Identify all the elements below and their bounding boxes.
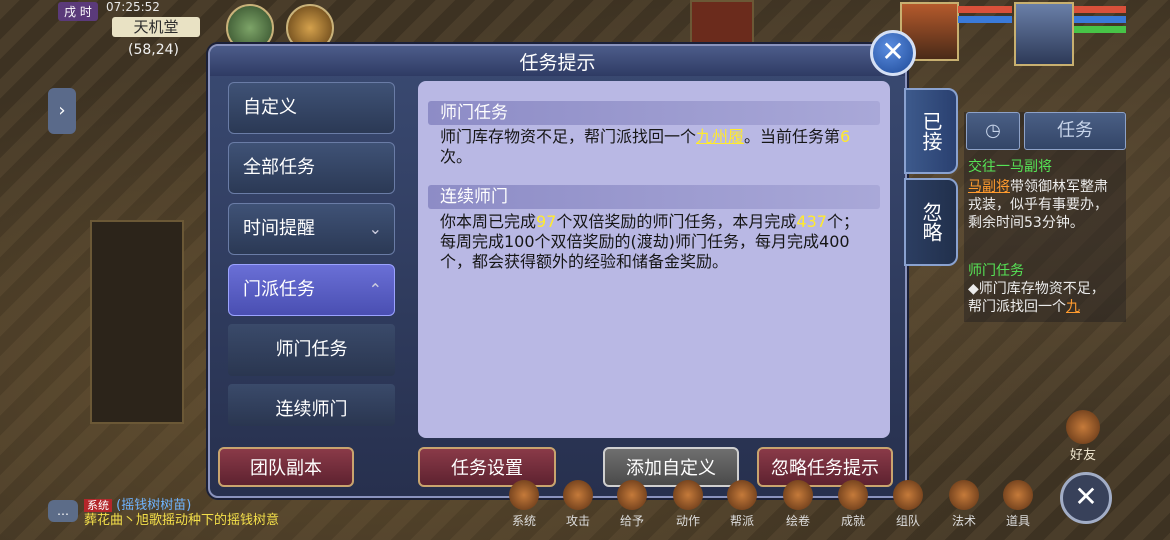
chevron-down-icon: ⌄	[368, 219, 382, 238]
body-text: 师门库存物资不足，帮门派找回一个	[440, 127, 697, 146]
guild-icon	[727, 480, 757, 510]
tracker-tab-tasks[interactable]: 任务	[1024, 112, 1126, 150]
exit-button[interactable]: ✕	[1060, 472, 1112, 524]
body-text: 你本周已完成	[440, 212, 537, 231]
menu-give[interactable]: 给予	[612, 480, 652, 529]
action-icon	[673, 480, 703, 510]
tracker-line[interactable]: 马副将带领御林军整肃戎装，似乎有事要办，剩余时间53分钟。	[968, 178, 1120, 232]
scroll-icon	[783, 480, 813, 510]
chevron-up-icon: ⌃	[368, 280, 382, 299]
menu-scroll[interactable]: 绘卷	[778, 480, 818, 529]
nav-sect-tasks[interactable]: 门派任务 ⌃	[228, 264, 395, 316]
status-panel: 戌 时 07:25:52 天机堂 (58,24)	[48, 0, 208, 64]
system-icon	[509, 480, 539, 510]
friends-label: 好友	[1069, 448, 1096, 463]
handshake-icon	[1066, 410, 1100, 444]
nav-label: 时间提醒	[243, 218, 315, 239]
timer-icon[interactable]: ◷	[966, 112, 1020, 150]
give-icon	[617, 480, 647, 510]
menu-system[interactable]: 系统	[504, 480, 544, 529]
menu-attack[interactable]: 攻击	[558, 480, 598, 529]
nav-sub-continuous-sect[interactable]: 连续师门	[228, 384, 395, 426]
body-text: 个双倍奖励的师门任务，本月完成	[556, 212, 797, 231]
nav-custom[interactable]: 自定义	[228, 82, 395, 134]
dialog-title: 任务提示	[519, 52, 596, 74]
month-count: 437	[796, 212, 827, 231]
section-body-sect-task: 师门库存物资不足，帮门派找回一个九州履。当前任务第6 次。	[440, 127, 870, 167]
chat-icon[interactable]: …	[48, 500, 78, 522]
team-icon	[893, 480, 923, 510]
task-tracker[interactable]: ◷ 任务 交往一马副将 马副将带领御林军整肃戎装，似乎有事要办，剩余时间53分钟…	[964, 112, 1126, 322]
pet-mp-bar	[958, 16, 1012, 23]
nav-time-reminder[interactable]: 时间提醒 ⌄	[228, 203, 395, 255]
team-dungeon-button[interactable]: 团队副本	[218, 447, 354, 487]
nav-label: 自定义	[243, 97, 297, 118]
week-count: 97	[536, 212, 557, 231]
item-link[interactable]: 九	[1066, 299, 1080, 315]
chat-line: 系统 (摇钱树树苗)	[84, 498, 424, 513]
world-pillar	[90, 220, 184, 424]
achievement-icon	[838, 480, 868, 510]
hero-hp-bar	[1074, 6, 1126, 13]
chat-text: (摇钱树树苗)	[116, 498, 192, 513]
coordinates: (58,24)	[128, 42, 180, 58]
menu-label: 成就	[840, 514, 865, 528]
chat-channel: 系统	[84, 499, 112, 512]
spell-icon	[949, 480, 979, 510]
nav-label: 门派任务	[243, 279, 315, 300]
tab-accepted[interactable]: 已接	[904, 88, 958, 174]
menu-label: 动作	[675, 514, 700, 528]
body-text: 。当前任务第	[744, 127, 841, 146]
nav-label: 全部任务	[243, 157, 315, 178]
hero-exp-bar	[1074, 26, 1126, 33]
hero-portrait[interactable]	[1014, 2, 1074, 66]
tracker-text: ◆师门库存物资不足，帮门派找回一个	[968, 281, 1105, 315]
menu-label: 绘卷	[785, 514, 810, 528]
chat-log[interactable]: 系统 (摇钱树树苗) 葬花曲丶旭歌摇动种下的摇钱树意	[84, 498, 424, 528]
world-structure	[690, 0, 754, 44]
menu-label: 道具	[1005, 514, 1030, 528]
tab-ignored[interactable]: 忽略	[904, 178, 958, 266]
menu-team[interactable]: 组队	[888, 480, 928, 529]
task-count: 6	[840, 127, 851, 146]
menu-spell[interactable]: 法术	[944, 480, 984, 529]
nav-sub-sect-task[interactable]: 师门任务	[228, 324, 395, 376]
nav-all-tasks[interactable]: 全部任务	[228, 142, 395, 194]
expand-arrow-icon[interactable]: ›	[48, 88, 76, 134]
dialog-header: 任务提示	[210, 46, 905, 76]
chat-line: 葬花曲丶旭歌摇动种下的摇钱树意	[84, 513, 280, 528]
menu-label: 攻击	[565, 514, 590, 528]
chest-icon	[1003, 480, 1033, 510]
friends-button[interactable]: 好友	[1060, 410, 1106, 463]
map-name[interactable]: 天机堂	[112, 17, 200, 37]
body-text: 次。	[440, 147, 473, 166]
tracker-text: 。	[1069, 215, 1084, 231]
attack-icon	[563, 480, 593, 510]
clock-text: 07:25:52	[106, 0, 160, 14]
tracker-line[interactable]: 师门任务	[968, 262, 1024, 280]
section-body-continuous: 你本周已完成97个双倍奖励的师门任务，本月完成437个；每周完成100个双倍奖励…	[440, 212, 870, 272]
tracker-line[interactable]: 交往一马副将	[968, 158, 1052, 176]
menu-label: 帮派	[729, 514, 754, 528]
section-title-sect-task: 师门任务	[428, 101, 880, 125]
close-button[interactable]: ✕	[870, 30, 916, 76]
menu-action[interactable]: 动作	[668, 480, 708, 529]
item-link[interactable]: 九州履	[696, 127, 744, 146]
menu-label: 法术	[951, 514, 976, 528]
section-title-continuous: 连续师门	[428, 185, 880, 209]
menu-label: 给予	[619, 514, 644, 528]
time-badge: 戌 时	[58, 2, 98, 21]
menu-guild[interactable]: 帮派	[722, 480, 762, 529]
pet-hp-bar	[958, 6, 1012, 13]
menu-achievement[interactable]: 成就	[833, 480, 873, 529]
menu-label: 组队	[895, 514, 920, 528]
task-content-panel: 师门任务 师门库存物资不足，帮门派找回一个九州履。当前任务第6 次。 连续师门 你…	[418, 81, 890, 438]
tracker-line[interactable]: ◆师门库存物资不足，帮门派找回一个九	[968, 280, 1118, 316]
menu-items[interactable]: 道具	[998, 480, 1038, 529]
npc-link[interactable]: 马副将	[968, 179, 1010, 195]
hero-mp-bar	[1074, 16, 1126, 23]
menu-label: 系统	[511, 514, 536, 528]
